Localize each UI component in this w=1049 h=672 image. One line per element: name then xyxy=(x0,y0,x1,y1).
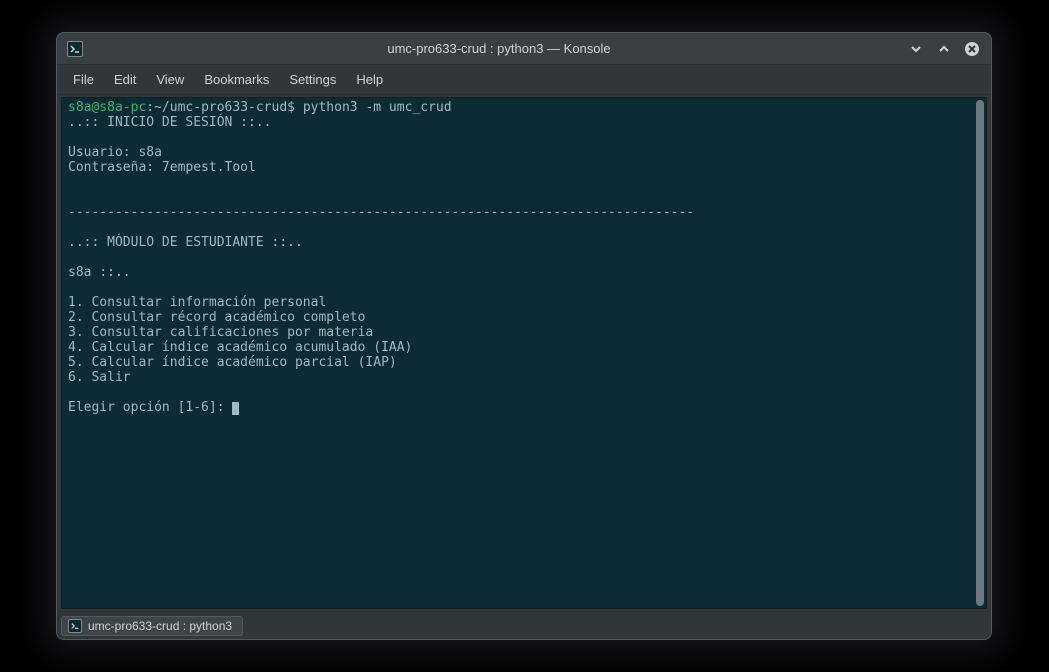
tabbar: umc-pro633-crud : python3 xyxy=(57,611,991,639)
menu-settings[interactable]: Settings xyxy=(279,68,346,91)
close-button[interactable] xyxy=(963,40,981,58)
menu-file[interactable]: File xyxy=(63,68,104,91)
window-title: umc-pro633-crud : python3 — Konsole xyxy=(91,41,907,56)
menubar: File Edit View Bookmarks Settings Help xyxy=(57,65,991,95)
cursor xyxy=(232,402,239,415)
terminal-icon xyxy=(68,619,82,633)
titlebar[interactable]: umc-pro633-crud : python3 — Konsole xyxy=(57,33,991,65)
menu-help[interactable]: Help xyxy=(346,68,393,91)
terminal-container: s8a@s8a-pc:~/umc-pro633-crud$ python3 -m… xyxy=(61,97,987,609)
terminal[interactable]: s8a@s8a-pc:~/umc-pro633-crud$ python3 -m… xyxy=(62,98,974,608)
menu-view[interactable]: View xyxy=(146,68,194,91)
terminal-app-icon xyxy=(67,41,83,57)
scrollbar[interactable] xyxy=(974,98,986,608)
scrollbar-thumb[interactable] xyxy=(976,100,984,606)
menu-bookmarks[interactable]: Bookmarks xyxy=(194,68,279,91)
tab-label: umc-pro633-crud : python3 xyxy=(88,619,232,633)
tab-session[interactable]: umc-pro633-crud : python3 xyxy=(61,616,243,636)
menu-edit[interactable]: Edit xyxy=(104,68,146,91)
window-controls xyxy=(907,40,981,58)
minimize-button[interactable] xyxy=(907,40,925,58)
konsole-window: umc-pro633-crud : python3 — Konsole File… xyxy=(56,32,992,640)
maximize-button[interactable] xyxy=(935,40,953,58)
